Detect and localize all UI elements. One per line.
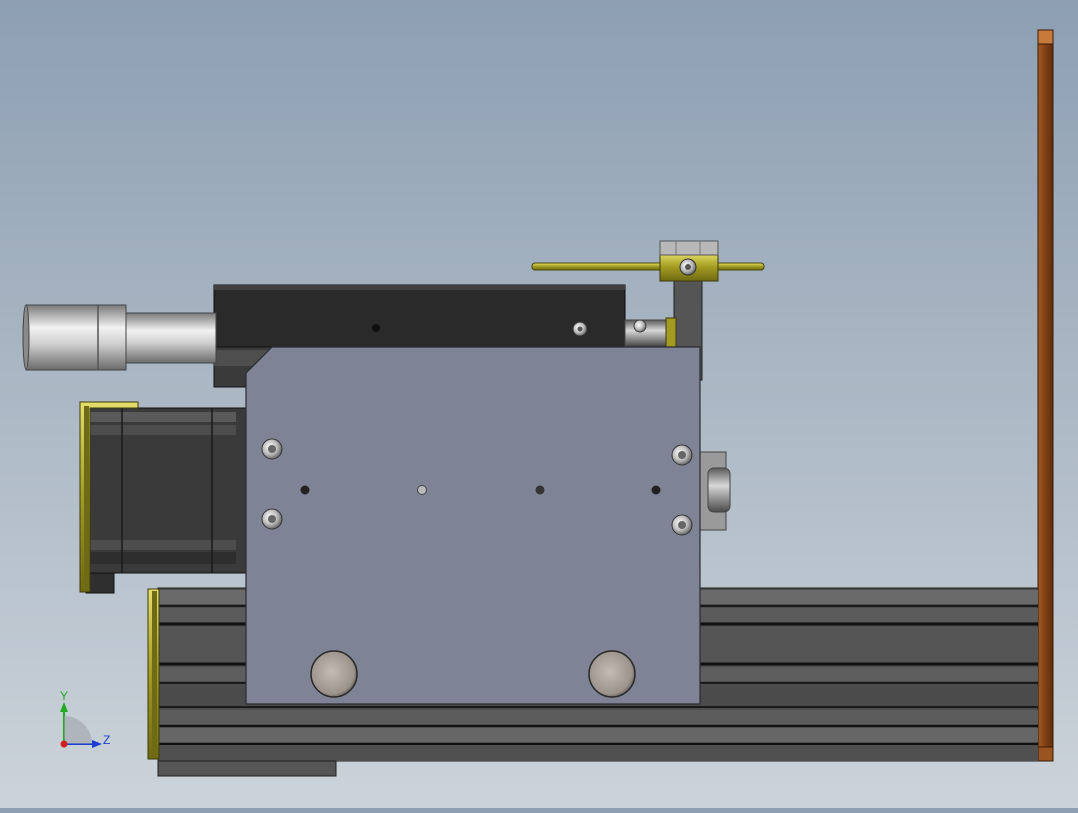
y-axis-label: Y <box>60 689 68 703</box>
hole-icon <box>300 485 310 495</box>
assembly-drawing[interactable]: Y Z <box>0 0 1078 808</box>
hole-icon <box>417 485 427 495</box>
carriage-plate[interactable] <box>245 346 701 705</box>
cad-graphics-viewport[interactable]: Y Z <box>0 0 1078 808</box>
y-axis-arrowhead <box>60 702 68 712</box>
hole-icon <box>372 324 380 332</box>
hole-icon <box>651 485 661 495</box>
z-axis-arrowhead <box>92 740 102 748</box>
rail-end-cap[interactable] <box>147 588 160 760</box>
reference-triad: Y Z <box>60 689 110 748</box>
z-axis-label: Z <box>103 733 110 747</box>
hole-icon <box>535 485 545 495</box>
right-bearing[interactable] <box>699 451 731 531</box>
copper-back-plate[interactable] <box>1037 29 1054 762</box>
bolt-cap-icon <box>588 650 636 698</box>
lead-screw-housing[interactable] <box>22 304 217 371</box>
stepper-motor[interactable] <box>85 407 247 594</box>
right-shaft-stub[interactable] <box>624 319 671 347</box>
origin-icon <box>60 740 68 748</box>
bolt-cap-icon <box>310 650 358 698</box>
